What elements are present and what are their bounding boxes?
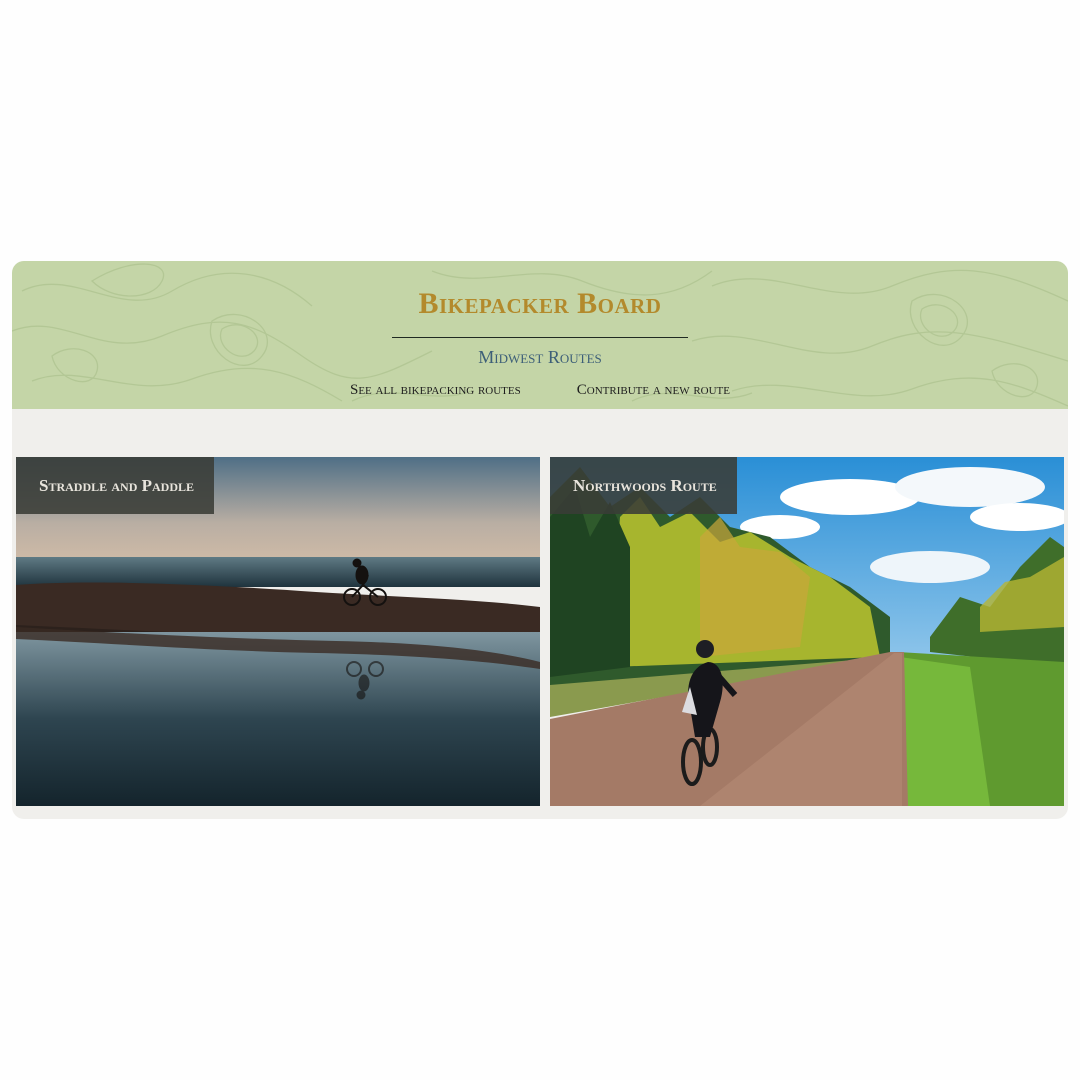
route-tile-straddle-and-paddle[interactable]: Straddle and Paddle	[16, 457, 540, 806]
page-title: Bikepacker Board	[418, 287, 662, 320]
route-tile-northwoods-route[interactable]: Northwoods Route	[550, 457, 1064, 806]
route-title: Northwoods Route	[550, 457, 737, 514]
board-header: Bikepacker Board Midwest Routes See all …	[12, 261, 1068, 409]
header-links: See all bikepacking routes Contribute a …	[12, 382, 1068, 399]
page-subtitle: Midwest Routes	[478, 347, 602, 367]
route-board-card: Bikepacker Board Midwest Routes See all …	[12, 261, 1068, 819]
title-divider	[392, 337, 688, 338]
route-title: Straddle and Paddle	[16, 457, 215, 514]
see-all-routes-link[interactable]: See all bikepacking routes	[350, 382, 521, 399]
contribute-route-link[interactable]: Contribute a new route	[577, 382, 730, 399]
